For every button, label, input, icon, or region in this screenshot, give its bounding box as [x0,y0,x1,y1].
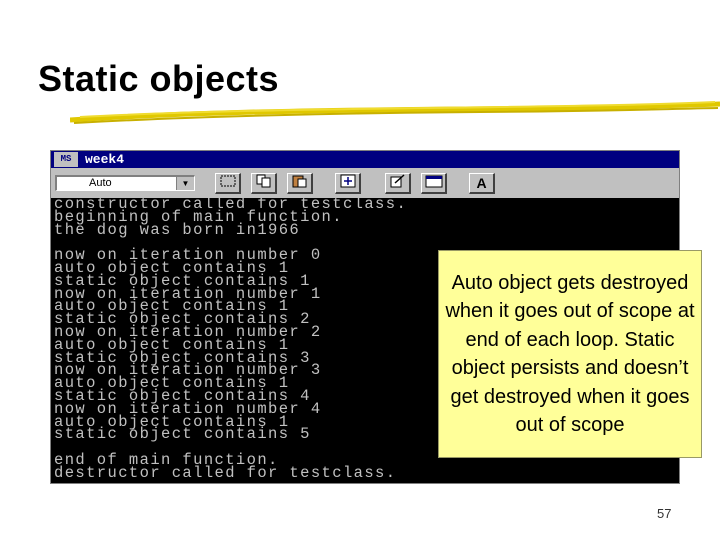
font-size-value: Auto [89,177,112,189]
console-line: destructor called for testclass. [54,463,397,482]
properties-icon[interactable] [385,173,411,194]
copy-icon[interactable] [251,173,277,194]
msdos-icon[interactable]: MS DOS [54,152,78,179]
callout-text: Auto object gets destroyed when it goes … [445,271,695,437]
font-size-select[interactable]: Auto ▼ [55,175,195,191]
toolbar: Auto ▼ A [51,168,679,198]
font-icon[interactable]: A [469,173,495,194]
window-title: week4 [85,152,125,167]
slide-title: Static objects [38,58,280,99]
console-line: the dog was born in1966 [54,220,301,239]
fullscreen-icon[interactable] [335,173,361,194]
select-icon[interactable] [215,173,241,194]
paste-icon[interactable] [287,173,313,194]
page-number: 57 [657,506,672,521]
chevron-down-icon[interactable]: ▼ [176,177,194,190]
title-underline-decoration [70,101,720,124]
window-title-bar[interactable]: MS DOS week4 [51,151,679,179]
callout-note: Auto object gets destroyed when it goes … [438,250,702,458]
background-icon[interactable] [421,173,447,194]
